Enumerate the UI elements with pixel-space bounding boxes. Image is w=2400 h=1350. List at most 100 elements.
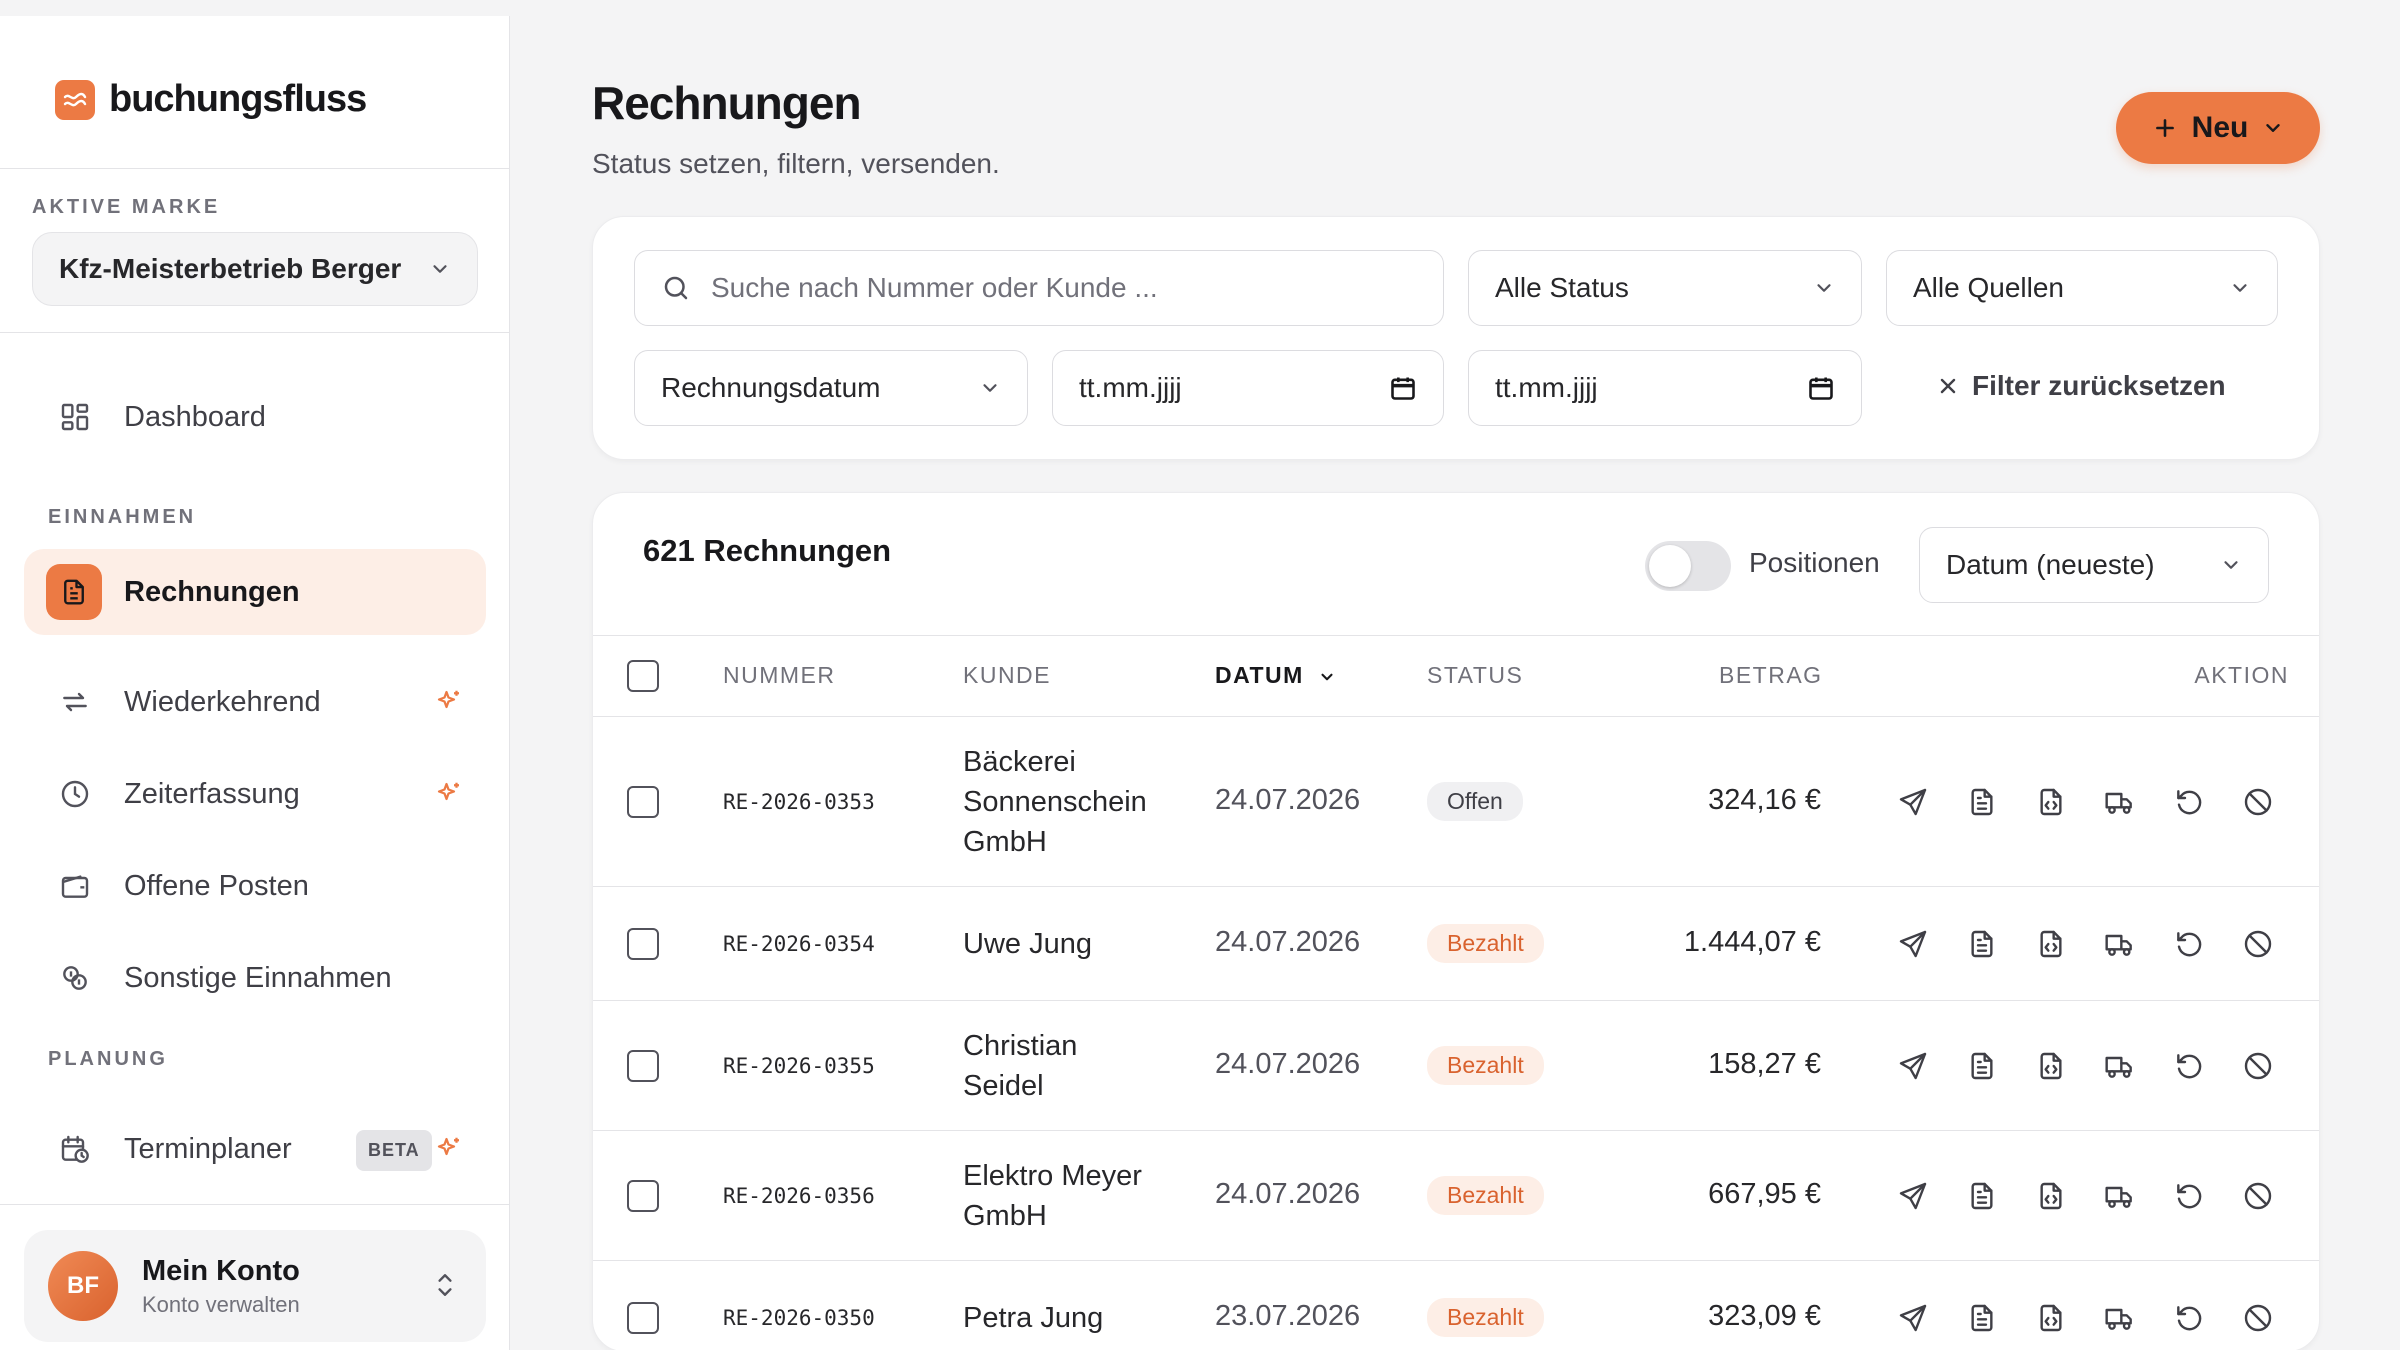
invoice-number[interactable]: RE-2026-0355 [723,1054,875,1078]
pdf-document-icon[interactable] [1964,1048,2000,1084]
date-to-input[interactable]: tt.mm.jjjj [1468,350,1862,426]
sparkle-icon [437,782,459,801]
row-checkbox[interactable] [627,1302,659,1334]
send-icon[interactable] [1895,784,1931,820]
column-number[interactable]: NUMMER [723,662,836,689]
invoice-number[interactable]: RE-2026-0356 [723,1184,875,1208]
invoice-number[interactable]: RE-2026-0350 [723,1306,875,1330]
divider [0,168,510,169]
avatar: BF [48,1251,118,1321]
customer-name: Christian Seidel [963,1026,1077,1106]
status-filter-value: Alle Status [1495,272,1629,303]
status-badge[interactable]: Bezahlt [1427,1298,1544,1337]
chevron-up-down-icon [438,1274,452,1296]
chevron-down-icon [2233,284,2247,292]
send-icon[interactable] [1895,1178,1931,1214]
toggle-knob [1649,545,1691,587]
invoice-date: 24.07.2026 [1215,784,1361,816]
invoice-number[interactable]: RE-2026-0353 [723,790,875,814]
send-icon[interactable] [1895,1048,1931,1084]
active-brand-select[interactable]: Kfz-Meisterbetrieb Berger [32,232,478,306]
invoice-amount: 323,09 € [1708,1300,1821,1332]
date-from-input[interactable]: tt.mm.jjjj [1052,350,1444,426]
source-filter-select[interactable]: Alle Quellen [1886,250,2278,326]
calendar-icon [1809,377,1833,400]
cancel-circle-icon[interactable] [2240,1300,2276,1336]
new-button-label: Neu [2191,111,2249,144]
sort-select[interactable]: Datum (neueste) [1919,527,2269,603]
column-amount[interactable]: BETRAG [1719,662,1823,689]
xml-document-icon[interactable] [2033,1048,2069,1084]
pdf-document-icon[interactable] [1964,1178,2000,1214]
account-menu[interactable]: BF Mein Konto Konto verwalten [24,1230,486,1342]
table-row[interactable]: RE-2026-0353 Bäckerei Sonnenschein GmbH 24.0… [593,717,2319,887]
send-icon[interactable] [1895,926,1931,962]
row-checkbox[interactable] [627,1180,659,1212]
logo-wave-icon [55,79,95,120]
delivery-truck-icon[interactable] [2102,1300,2138,1336]
invoice-count: 621 Rechnungen [643,533,892,568]
table-row[interactable]: RE-2026-0350 Petra Jung 23.07.2026 Bezahlt 3… [593,1261,2319,1350]
status-badge[interactable]: Bezahlt [1427,1176,1544,1215]
send-icon[interactable] [1895,1300,1931,1336]
xml-document-icon[interactable] [2033,784,2069,820]
pdf-document-icon[interactable] [1964,1300,2000,1336]
column-status[interactable]: STATUS [1427,662,1523,689]
undo-icon[interactable] [2171,784,2207,820]
status-badge[interactable]: Bezahlt [1427,1046,1544,1085]
table-row[interactable]: RE-2026-0355 Christian Seidel 24.07.2026 Bez… [593,1001,2319,1131]
undo-icon[interactable] [2171,1178,2207,1214]
customer-name-line: GmbH [963,826,1047,858]
delivery-truck-icon[interactable] [2102,1178,2138,1214]
positions-toggle[interactable] [1645,541,1731,591]
row-checkbox[interactable] [627,786,659,818]
delivery-truck-icon[interactable] [2102,784,2138,820]
page-title: Rechnungen [592,77,862,129]
row-checkbox[interactable] [627,928,659,960]
new-invoice-button[interactable]: Neu [2116,92,2320,164]
table-header: NUMMER KUNDE DATUM STATUS BETRAG AKTION [593,635,2319,717]
pdf-document-icon[interactable] [1964,926,2000,962]
table-row[interactable]: RE-2026-0356 Elektro Meyer GmbH 24.07.2026 B… [593,1131,2319,1261]
cancel-circle-icon[interactable] [2240,1048,2276,1084]
sidebar-item-other-income[interactable]: Sonstige Einnahmen [24,935,486,1021]
xml-document-icon[interactable] [2033,1300,2069,1336]
table-row[interactable]: RE-2026-0354 Uwe Jung 24.07.2026 Bezahlt 1.4… [593,887,2319,1001]
column-customer[interactable]: KUNDE [963,662,1051,689]
invoice-amount: 667,95 € [1708,1178,1821,1210]
date-type-select[interactable]: Rechnungsdatum [634,350,1028,426]
cancel-circle-icon[interactable] [2240,1178,2276,1214]
sidebar-item-time-tracking[interactable]: Zeiterfassung [24,751,486,837]
undo-icon[interactable] [2171,1300,2207,1336]
sidebar-item-label: Wiederkehrend [124,685,321,718]
brand-logo[interactable]: buchungsfluss [55,78,367,121]
status-badge[interactable]: Offen [1427,782,1523,821]
sidebar-item-recurring[interactable]: Wiederkehrend [24,659,486,745]
invoice-number[interactable]: RE-2026-0354 [723,932,875,956]
row-checkbox[interactable] [627,1050,659,1082]
invoice-amount: 1.444,07 € [1683,926,1821,958]
delivery-truck-icon[interactable] [2102,926,2138,962]
column-date[interactable]: DATUM [1215,662,1336,689]
sidebar-item-invoices[interactable]: Rechnungen [24,549,486,635]
reset-filters-button[interactable]: Filter zurücksetzen [1936,370,2226,402]
sidebar-item-open-items[interactable]: Offene Posten [24,843,486,929]
status-badge[interactable]: Bezahlt [1427,924,1544,963]
cancel-circle-icon[interactable] [2240,784,2276,820]
sidebar-item-scheduler[interactable]: Terminplaner BETA [24,1106,486,1192]
undo-icon[interactable] [2171,1048,2207,1084]
search-input[interactable]: Suche nach Nummer oder Kunde ... [634,250,1444,326]
sidebar-item-label: Sonstige Einnahmen [124,961,392,994]
plus-icon [2155,119,2174,137]
invoice-document-icon [46,564,102,620]
select-all-checkbox[interactable] [627,660,659,692]
status-filter-select[interactable]: Alle Status [1468,250,1862,326]
close-icon [1940,378,1956,394]
delivery-truck-icon[interactable] [2102,1048,2138,1084]
sidebar-item-dashboard[interactable]: Dashboard [24,374,486,460]
cancel-circle-icon[interactable] [2240,926,2276,962]
pdf-document-icon[interactable] [1964,784,2000,820]
xml-document-icon[interactable] [2033,1178,2069,1214]
undo-icon[interactable] [2171,926,2207,962]
xml-document-icon[interactable] [2033,926,2069,962]
